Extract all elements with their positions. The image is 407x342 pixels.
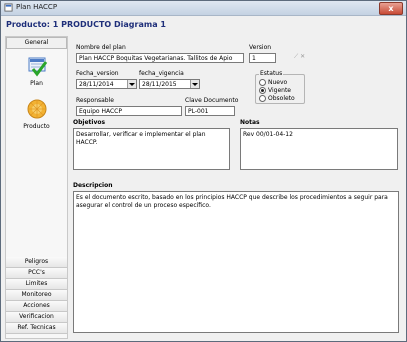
- title-bar: Plan HACCP x: [1, 1, 406, 16]
- page-title: Producto: 1 PRODUCTO Diagrama 1: [6, 20, 166, 29]
- tab-ref-tecnicas[interactable]: Ref. Tecnicas: [6, 323, 67, 334]
- estatus-radio-nuevo[interactable]: Nuevo: [259, 79, 287, 86]
- tab-monitoreo[interactable]: Monitoreo: [6, 290, 67, 301]
- form-panel: Nombre del plan Plan HACCP Boquitas Vege…: [68, 36, 402, 337]
- estatus-radio-vigente[interactable]: Vigente: [259, 87, 291, 94]
- product-header: Producto: 1 PRODUCTO Diagrama 1: [2, 17, 402, 33]
- sidebar-item-plan[interactable]: Plan: [6, 54, 67, 87]
- sidebar-item-label: Producto: [23, 123, 50, 130]
- app-window: Plan HACCP x Producto: 1 PRODUCTO Diagra…: [0, 0, 407, 342]
- notas-textarea[interactable]: Rev 00/01-04-12: [240, 128, 398, 170]
- fecha-version-picker[interactable]: 28/11/2014: [76, 79, 137, 89]
- fecha-vigencia-label: fecha_vigencia: [139, 70, 184, 77]
- objetivos-label: Objetivos: [73, 119, 106, 126]
- window-title: Plan HACCP: [16, 3, 58, 11]
- tab-verificacion[interactable]: Verificacion: [6, 312, 67, 323]
- tab-acciones-correctivas[interactable]: Acciones correctivas: [6, 301, 67, 319]
- nombre-input[interactable]: Plan HACCP Boquitas Vegetarianas. Tallit…: [76, 53, 244, 63]
- responsable-input[interactable]: Equipo HACCP: [76, 106, 182, 116]
- tab-limites[interactable]: Limites: [6, 279, 67, 290]
- nav-arrows-icon: ⟋ ✕: [294, 53, 306, 60]
- estatus-group: Estatus Nuevo Vigente Obsoleto: [255, 70, 305, 104]
- chevron-down-icon[interactable]: [127, 80, 136, 88]
- fecha-version-label: Fecha_version: [76, 70, 119, 77]
- objetivos-textarea[interactable]: Desarrollar, verificar e implementar el …: [73, 128, 230, 170]
- descripcion-label: Descripcion: [73, 182, 113, 189]
- tab-pccs[interactable]: PCC's: [6, 268, 67, 279]
- fecha-vigencia-picker[interactable]: 28/11/2015: [139, 79, 200, 89]
- plan-icon: [28, 57, 47, 77]
- responsable-label: Responsable: [76, 97, 114, 104]
- fecha-version-value: 28/11/2014: [79, 81, 114, 88]
- clave-documento-input[interactable]: PL-001: [185, 106, 235, 116]
- product-icon: [27, 99, 46, 119]
- descripcion-textarea[interactable]: Es el documento escrito, basado en los p…: [73, 191, 399, 333]
- version-input[interactable]: 1: [249, 53, 276, 63]
- sidebar-item-producto[interactable]: Producto: [6, 97, 67, 130]
- app-icon: [4, 3, 13, 12]
- sidebar-item-label: Plan: [30, 80, 43, 87]
- close-button[interactable]: x: [379, 2, 403, 15]
- sidebar: General Plan Producto Peligros PCC's Lim…: [5, 36, 68, 339]
- notas-label: Notas: [240, 119, 260, 126]
- estatus-radio-obsoleto[interactable]: Obsoleto: [259, 95, 295, 102]
- tab-general[interactable]: General: [6, 37, 67, 49]
- nombre-label: Nombre del plan: [76, 44, 126, 51]
- version-label: Version: [249, 44, 272, 51]
- chevron-down-icon[interactable]: [190, 80, 199, 88]
- fecha-vigencia-value: 28/11/2015: [142, 81, 177, 88]
- clave-documento-label: Clave Documento: [185, 97, 239, 104]
- estatus-label: Estatus: [259, 70, 284, 77]
- tab-peligros[interactable]: Peligros: [6, 257, 67, 268]
